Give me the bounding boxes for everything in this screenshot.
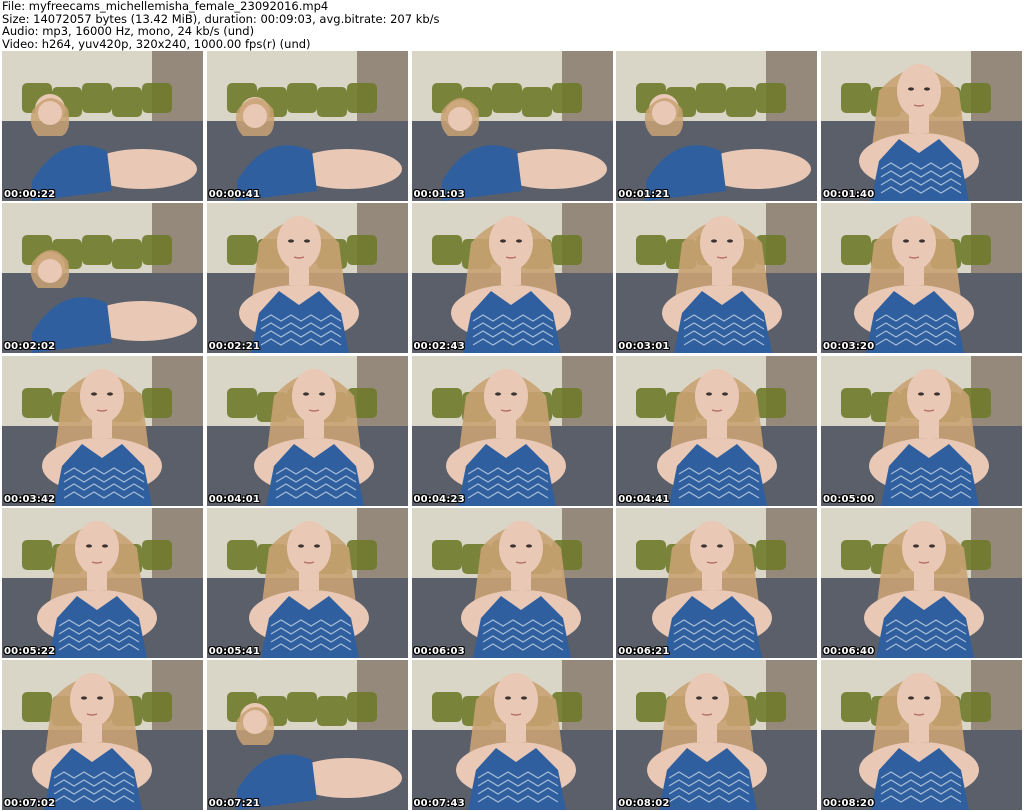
thumbnail-timestamp: 00:08:02 bbox=[618, 798, 670, 809]
video-thumbnail: 00:01:03 bbox=[411, 51, 613, 201]
thumbnail-image bbox=[206, 660, 408, 810]
thumbnail-image bbox=[2, 660, 203, 810]
thumbnail-image bbox=[2, 507, 203, 658]
video-thumbnail: 00:07:21 bbox=[206, 660, 408, 810]
video-thumbnail: 00:01:21 bbox=[616, 51, 818, 201]
video-thumbnail: 00:02:21 bbox=[206, 203, 408, 354]
thumbnail-image bbox=[616, 203, 818, 354]
thumbnail-timestamp: 00:04:23 bbox=[413, 493, 465, 505]
thumbnail-image bbox=[411, 203, 613, 354]
thumbnail-image bbox=[2, 51, 203, 201]
thumbnail-timestamp: 00:05:00 bbox=[823, 493, 875, 505]
video-info-header: File: myfreecams_michellemisha_female_23… bbox=[2, 0, 1020, 50]
thumbnail-image bbox=[821, 51, 1022, 201]
thumbnail-image bbox=[821, 507, 1022, 658]
video-thumbnail: 00:00:41 bbox=[206, 51, 408, 201]
video-thumbnail: 00:03:20 bbox=[821, 203, 1022, 354]
thumbnail-timestamp: 00:02:21 bbox=[208, 341, 261, 353]
thumbnail-timestamp: 00:06:40 bbox=[823, 645, 875, 657]
video-thumbnail: 00:05:41 bbox=[206, 507, 408, 658]
thumbnail-image bbox=[616, 507, 818, 658]
thumbnail-timestamp: 00:08:20 bbox=[823, 798, 875, 809]
thumbnail-timestamp: 00:03:42 bbox=[4, 493, 56, 505]
video-thumbnail: 00:08:02 bbox=[616, 660, 818, 810]
thumbnail-timestamp: 00:01:03 bbox=[413, 189, 465, 200]
video-thumbnail: 00:03:42 bbox=[2, 355, 203, 506]
video-thumbnail: 00:07:43 bbox=[411, 660, 613, 810]
video-thumbnail: 00:04:01 bbox=[206, 355, 408, 506]
video-thumbnail: 00:06:40 bbox=[821, 507, 1022, 658]
thumbnail-image bbox=[411, 355, 613, 506]
thumbnail-timestamp: 00:02:43 bbox=[413, 341, 465, 353]
video-thumbnail: 00:02:43 bbox=[411, 203, 613, 354]
video-thumbnail: 00:01:40 bbox=[821, 51, 1022, 201]
video-thumbnail: 00:07:02 bbox=[2, 660, 203, 810]
thumbnail-image bbox=[206, 507, 408, 658]
thumbnail-timestamp: 00:02:02 bbox=[4, 341, 56, 353]
thumbnail-image bbox=[821, 203, 1022, 354]
thumbnail-image bbox=[616, 660, 818, 810]
thumbnail-timestamp: 00:07:21 bbox=[208, 798, 261, 809]
thumbnail-timestamp: 00:05:22 bbox=[4, 645, 56, 657]
thumbnail-timestamp: 00:00:22 bbox=[4, 189, 56, 200]
video-thumbnail: 00:06:03 bbox=[411, 507, 613, 658]
video-thumbnail: 00:05:00 bbox=[821, 355, 1022, 506]
thumbnail-image bbox=[821, 355, 1022, 506]
video-thumbnail: 00:06:21 bbox=[616, 507, 818, 658]
thumbnail-image bbox=[2, 355, 203, 506]
thumbnail-timestamp: 00:04:41 bbox=[618, 493, 670, 505]
thumbnail-timestamp: 00:00:41 bbox=[208, 189, 261, 200]
file-name-line: File: myfreecams_michellemisha_female_23… bbox=[2, 0, 329, 13]
thumbnail-timestamp: 00:06:21 bbox=[618, 645, 670, 657]
thumbnail-timestamp: 00:04:01 bbox=[208, 493, 261, 505]
thumbnail-image bbox=[411, 507, 613, 658]
video-thumbnail: 00:08:20 bbox=[821, 660, 1022, 810]
thumbnail-image bbox=[206, 51, 408, 201]
thumbnail-timestamp: 00:07:02 bbox=[4, 798, 56, 809]
thumbnail-timestamp: 00:03:20 bbox=[823, 341, 875, 353]
thumbnail-image bbox=[616, 51, 818, 201]
video-thumbnail: 00:03:01 bbox=[616, 203, 818, 354]
thumbnail-image bbox=[206, 203, 408, 354]
video-thumbnail: 00:05:22 bbox=[2, 507, 203, 658]
thumbnail-timestamp: 00:05:41 bbox=[208, 645, 261, 657]
thumbnail-timestamp: 00:01:21 bbox=[618, 189, 670, 200]
thumbnail-image bbox=[206, 355, 408, 506]
video-thumbnail: 00:04:23 bbox=[411, 355, 613, 506]
thumbnail-image bbox=[616, 355, 818, 506]
thumbnail-image bbox=[411, 660, 613, 810]
thumbnail-image bbox=[821, 660, 1022, 810]
video-thumbnail: 00:04:41 bbox=[616, 355, 818, 506]
thumbnail-grid: 00:00:22 00:00:41 00:01:03 00:01:21 00:01:40… bbox=[2, 51, 1022, 810]
thumbnail-timestamp: 00:07:43 bbox=[413, 798, 465, 809]
thumbnail-timestamp: 00:03:01 bbox=[618, 341, 670, 353]
video-info-line: Video: h264, yuv420p, 320x240, 1000.00 f… bbox=[2, 36, 311, 51]
audio-info-line: Audio: mp3, 16000 Hz, mono, 24 kb/s (und… bbox=[2, 24, 255, 39]
video-thumbnail: 00:00:22 bbox=[2, 51, 203, 201]
thumbnail-image bbox=[411, 51, 613, 201]
thumbnail-timestamp: 00:06:03 bbox=[413, 645, 465, 657]
video-thumbnail: 00:02:02 bbox=[2, 203, 203, 354]
thumbnail-timestamp: 00:01:40 bbox=[823, 189, 875, 200]
thumbnail-image bbox=[2, 203, 203, 354]
